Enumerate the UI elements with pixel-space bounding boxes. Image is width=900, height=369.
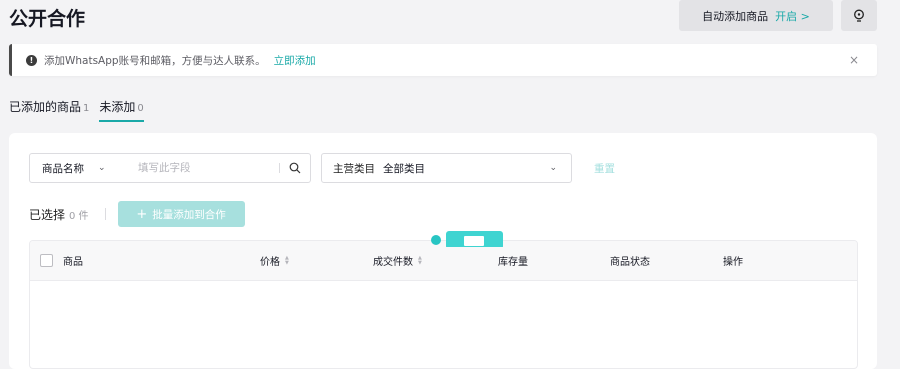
column-label: 商品状态 <box>610 257 650 268</box>
select-all-checkbox[interactable] <box>40 254 53 267</box>
selected-label: 已选择 <box>29 207 66 222</box>
column-label: 成交件数 <box>373 257 413 268</box>
tab-added-products[interactable]: 已添加的商品 1 <box>9 98 89 122</box>
lightbulb-icon <box>854 9 864 22</box>
category-value: 全部类目 <box>383 162 425 175</box>
search-input[interactable] <box>138 162 279 174</box>
auto-add-products-button[interactable]: 自动添加商品 开启 > <box>679 0 833 31</box>
help-button[interactable] <box>841 0 877 31</box>
column-actions: 操作 <box>723 253 743 268</box>
reset-button[interactable]: 重置 <box>594 161 615 176</box>
sort-icon[interactable]: ▲ ▼ <box>418 255 422 266</box>
selected-count: 0 件 <box>69 210 89 222</box>
column-sales[interactable]: 成交件数 ▲ ▼ <box>373 253 422 268</box>
info-icon: ! <box>26 54 37 66</box>
product-panel: 商品名称 ⌄ 主营类目 全部类目 ⌄ 重置 已选择 0 件 + 批量添加到合作 … <box>9 133 877 369</box>
column-price[interactable]: 价格 ▲ ▼ <box>260 253 289 268</box>
divider <box>104 208 106 220</box>
tab-count: 1 <box>83 103 90 114</box>
batch-add-label: 批量添加到合作 <box>152 208 226 221</box>
category-label: 主营类目 <box>333 162 375 175</box>
notice-text: 添加WhatsApp账号和邮箱，方便与达人联系。 <box>44 54 266 67</box>
column-label: 价格 <box>260 257 280 268</box>
search-icon[interactable] <box>280 162 310 174</box>
tab-label: 未添加 <box>99 100 136 114</box>
column-label: 操作 <box>723 257 743 268</box>
column-label: 库存量 <box>498 257 528 268</box>
tab-count: 0 <box>137 103 144 114</box>
column-product: 商品 <box>40 253 83 268</box>
chevron-down-icon: ⌄ <box>549 163 557 173</box>
column-stock: 库存量 <box>498 253 528 268</box>
column-status: 商品状态 <box>610 253 650 268</box>
add-now-link[interactable]: 立即添加 <box>274 53 316 68</box>
whatsapp-notice-banner: ! 添加WhatsApp账号和邮箱，方便与达人联系。 立即添加 × <box>9 44 877 76</box>
close-icon[interactable]: × <box>849 53 859 67</box>
table-header: 商品 价格 ▲ ▼ 成交件数 ▲ ▼ 库存量 商品状态 操作 <box>30 241 857 281</box>
tab-label: 已添加的商品 <box>9 100 82 114</box>
search-field-value: 商品名称 <box>42 162 84 175</box>
auto-add-label: 自动添加商品 <box>702 9 769 23</box>
batch-add-button[interactable]: + 批量添加到合作 <box>117 201 245 227</box>
sort-icon[interactable]: ▲ ▼ <box>285 255 289 266</box>
category-select[interactable]: 主营类目 全部类目 ⌄ <box>321 153 572 183</box>
plus-icon: + <box>136 206 148 222</box>
chevron-down-icon: ⌄ <box>98 163 106 173</box>
column-label: 商品 <box>63 257 83 268</box>
product-tabs: 已添加的商品 1 未添加 0 <box>9 98 154 122</box>
empty-state-illustration <box>431 231 503 247</box>
selection-bar: 已选择 0 件 + 批量添加到合作 <box>29 201 245 227</box>
product-search-filter: 商品名称 ⌄ <box>29 153 311 183</box>
tab-not-added[interactable]: 未添加 0 <box>99 98 144 122</box>
search-field-select[interactable]: 商品名称 ⌄ <box>30 161 138 176</box>
product-table: 商品 价格 ▲ ▼ 成交件数 ▲ ▼ 库存量 商品状态 操作 <box>29 240 858 369</box>
page-title: 公开合作 <box>9 8 86 30</box>
auto-add-enable-link[interactable]: 开启 > <box>775 8 810 24</box>
